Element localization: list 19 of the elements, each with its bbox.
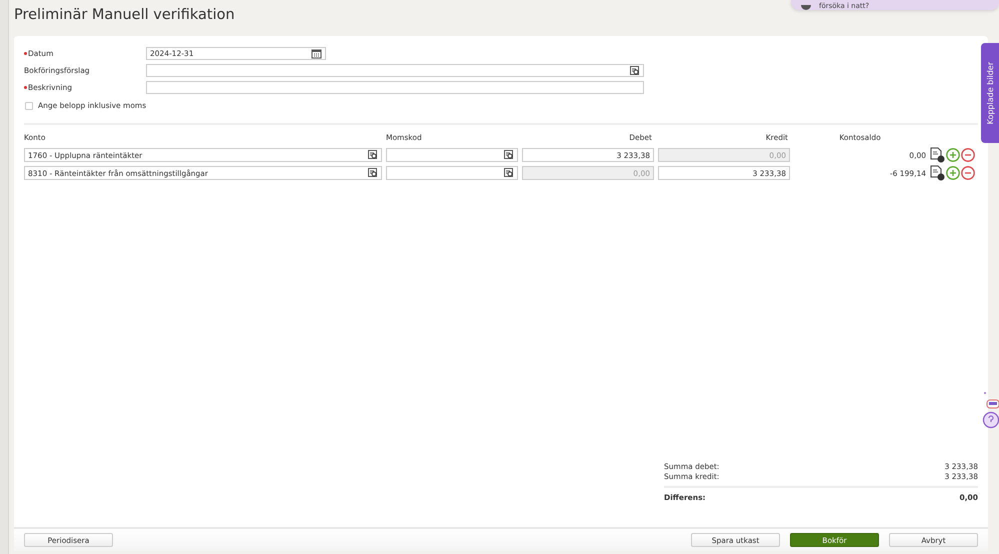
input-field[interactable] [146,64,644,77]
side-tab[interactable]: Kopplade bilder [981,43,999,143]
document-icon[interactable] [930,165,945,181]
remove-icon[interactable] [961,148,975,162]
page-title: Preliminär Manuell verifikation [14,7,235,23]
remove-icon[interactable] [961,166,975,180]
lookup-icon[interactable] [368,150,378,160]
vat-code-field[interactable] [386,148,518,162]
help-icon[interactable] [981,390,999,430]
lookup-icon[interactable] [630,66,640,76]
checkbox[interactable] [25,102,33,110]
document-icon[interactable] [930,147,945,163]
avatar-icon [801,5,811,10]
vat-code-field[interactable] [386,166,518,180]
lookup-icon[interactable] [504,150,514,160]
calendar-icon[interactable] [311,48,322,59]
lookup-icon[interactable] [368,168,378,178]
input-field[interactable] [146,81,644,94]
lookup-icon[interactable] [504,168,514,178]
